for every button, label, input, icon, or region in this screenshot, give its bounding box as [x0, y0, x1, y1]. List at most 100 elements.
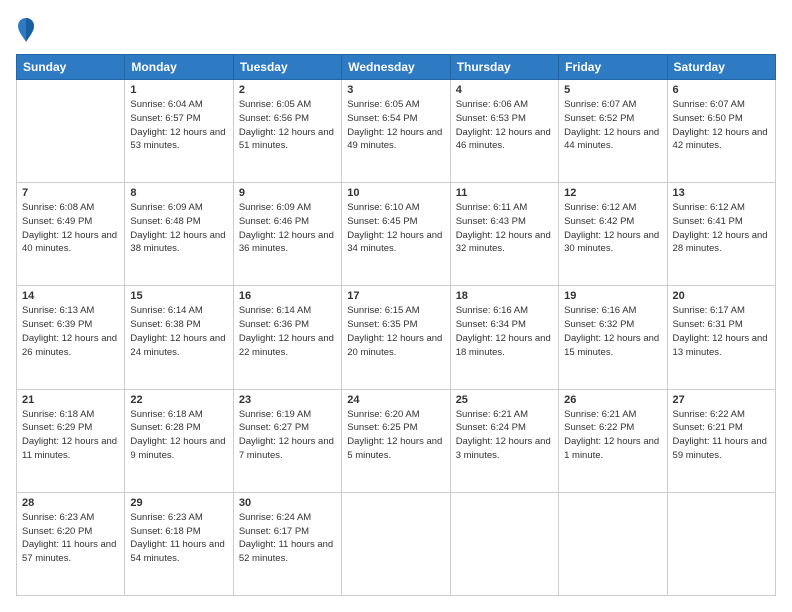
week-row-4: 21 Sunrise: 6:18 AMSunset: 6:29 PMDaylig…	[17, 389, 776, 492]
day-detail: Sunrise: 6:21 AMSunset: 6:24 PMDaylight:…	[456, 409, 551, 461]
day-number: 12	[564, 187, 661, 199]
day-cell: 28 Sunrise: 6:23 AMSunset: 6:20 PMDaylig…	[17, 492, 125, 595]
week-row-2: 7 Sunrise: 6:08 AMSunset: 6:49 PMDayligh…	[17, 183, 776, 286]
day-detail: Sunrise: 6:23 AMSunset: 6:20 PMDaylight:…	[22, 512, 116, 564]
day-number: 18	[456, 290, 553, 302]
day-detail: Sunrise: 6:17 AMSunset: 6:31 PMDaylight:…	[673, 305, 768, 357]
day-number: 25	[456, 394, 553, 406]
day-cell: 6 Sunrise: 6:07 AMSunset: 6:50 PMDayligh…	[667, 80, 775, 183]
day-detail: Sunrise: 6:09 AMSunset: 6:46 PMDaylight:…	[239, 202, 334, 254]
day-cell	[667, 492, 775, 595]
day-detail: Sunrise: 6:08 AMSunset: 6:49 PMDaylight:…	[22, 202, 117, 254]
day-detail: Sunrise: 6:21 AMSunset: 6:22 PMDaylight:…	[564, 409, 659, 461]
day-detail: Sunrise: 6:06 AMSunset: 6:53 PMDaylight:…	[456, 99, 551, 151]
day-cell: 9 Sunrise: 6:09 AMSunset: 6:46 PMDayligh…	[233, 183, 341, 286]
day-detail: Sunrise: 6:15 AMSunset: 6:35 PMDaylight:…	[347, 305, 442, 357]
logo-icon	[16, 16, 36, 44]
weekday-header-saturday: Saturday	[667, 55, 775, 80]
weekday-header-tuesday: Tuesday	[233, 55, 341, 80]
day-number: 10	[347, 187, 444, 199]
day-cell: 30 Sunrise: 6:24 AMSunset: 6:17 PMDaylig…	[233, 492, 341, 595]
day-number: 3	[347, 84, 444, 96]
day-number: 7	[22, 187, 119, 199]
week-row-3: 14 Sunrise: 6:13 AMSunset: 6:39 PMDaylig…	[17, 286, 776, 389]
header	[16, 16, 776, 44]
page: SundayMondayTuesdayWednesdayThursdayFrid…	[0, 0, 792, 612]
day-cell	[450, 492, 558, 595]
day-cell	[559, 492, 667, 595]
day-cell: 11 Sunrise: 6:11 AMSunset: 6:43 PMDaylig…	[450, 183, 558, 286]
day-number: 15	[130, 290, 227, 302]
day-cell: 15 Sunrise: 6:14 AMSunset: 6:38 PMDaylig…	[125, 286, 233, 389]
day-number: 16	[239, 290, 336, 302]
day-detail: Sunrise: 6:13 AMSunset: 6:39 PMDaylight:…	[22, 305, 117, 357]
day-cell: 19 Sunrise: 6:16 AMSunset: 6:32 PMDaylig…	[559, 286, 667, 389]
day-detail: Sunrise: 6:07 AMSunset: 6:50 PMDaylight:…	[673, 99, 768, 151]
day-number: 21	[22, 394, 119, 406]
day-detail: Sunrise: 6:05 AMSunset: 6:54 PMDaylight:…	[347, 99, 442, 151]
day-cell	[342, 492, 450, 595]
day-detail: Sunrise: 6:16 AMSunset: 6:32 PMDaylight:…	[564, 305, 659, 357]
weekday-header-sunday: Sunday	[17, 55, 125, 80]
day-detail: Sunrise: 6:12 AMSunset: 6:42 PMDaylight:…	[564, 202, 659, 254]
day-cell: 14 Sunrise: 6:13 AMSunset: 6:39 PMDaylig…	[17, 286, 125, 389]
day-number: 17	[347, 290, 444, 302]
week-row-1: 1 Sunrise: 6:04 AMSunset: 6:57 PMDayligh…	[17, 80, 776, 183]
day-detail: Sunrise: 6:22 AMSunset: 6:21 PMDaylight:…	[673, 409, 767, 461]
day-number: 22	[130, 394, 227, 406]
day-detail: Sunrise: 6:16 AMSunset: 6:34 PMDaylight:…	[456, 305, 551, 357]
day-cell: 18 Sunrise: 6:16 AMSunset: 6:34 PMDaylig…	[450, 286, 558, 389]
day-cell: 5 Sunrise: 6:07 AMSunset: 6:52 PMDayligh…	[559, 80, 667, 183]
day-detail: Sunrise: 6:04 AMSunset: 6:57 PMDaylight:…	[130, 99, 225, 151]
day-number: 2	[239, 84, 336, 96]
day-cell: 4 Sunrise: 6:06 AMSunset: 6:53 PMDayligh…	[450, 80, 558, 183]
weekday-header-row: SundayMondayTuesdayWednesdayThursdayFrid…	[17, 55, 776, 80]
day-number: 27	[673, 394, 770, 406]
week-row-5: 28 Sunrise: 6:23 AMSunset: 6:20 PMDaylig…	[17, 492, 776, 595]
day-detail: Sunrise: 6:14 AMSunset: 6:38 PMDaylight:…	[130, 305, 225, 357]
weekday-header-thursday: Thursday	[450, 55, 558, 80]
day-cell: 17 Sunrise: 6:15 AMSunset: 6:35 PMDaylig…	[342, 286, 450, 389]
day-cell: 24 Sunrise: 6:20 AMSunset: 6:25 PMDaylig…	[342, 389, 450, 492]
day-detail: Sunrise: 6:24 AMSunset: 6:17 PMDaylight:…	[239, 512, 333, 564]
day-cell: 20 Sunrise: 6:17 AMSunset: 6:31 PMDaylig…	[667, 286, 775, 389]
calendar-table: SundayMondayTuesdayWednesdayThursdayFrid…	[16, 54, 776, 596]
day-cell: 25 Sunrise: 6:21 AMSunset: 6:24 PMDaylig…	[450, 389, 558, 492]
day-cell: 13 Sunrise: 6:12 AMSunset: 6:41 PMDaylig…	[667, 183, 775, 286]
day-cell: 22 Sunrise: 6:18 AMSunset: 6:28 PMDaylig…	[125, 389, 233, 492]
day-cell: 2 Sunrise: 6:05 AMSunset: 6:56 PMDayligh…	[233, 80, 341, 183]
day-cell: 21 Sunrise: 6:18 AMSunset: 6:29 PMDaylig…	[17, 389, 125, 492]
day-cell: 3 Sunrise: 6:05 AMSunset: 6:54 PMDayligh…	[342, 80, 450, 183]
day-detail: Sunrise: 6:14 AMSunset: 6:36 PMDaylight:…	[239, 305, 334, 357]
day-detail: Sunrise: 6:23 AMSunset: 6:18 PMDaylight:…	[130, 512, 224, 564]
logo	[16, 16, 40, 44]
day-detail: Sunrise: 6:05 AMSunset: 6:56 PMDaylight:…	[239, 99, 334, 151]
day-detail: Sunrise: 6:19 AMSunset: 6:27 PMDaylight:…	[239, 409, 334, 461]
day-number: 1	[130, 84, 227, 96]
day-detail: Sunrise: 6:18 AMSunset: 6:28 PMDaylight:…	[130, 409, 225, 461]
day-detail: Sunrise: 6:11 AMSunset: 6:43 PMDaylight:…	[456, 202, 551, 254]
day-detail: Sunrise: 6:09 AMSunset: 6:48 PMDaylight:…	[130, 202, 225, 254]
day-detail: Sunrise: 6:10 AMSunset: 6:45 PMDaylight:…	[347, 202, 442, 254]
day-number: 5	[564, 84, 661, 96]
day-cell: 26 Sunrise: 6:21 AMSunset: 6:22 PMDaylig…	[559, 389, 667, 492]
day-cell: 8 Sunrise: 6:09 AMSunset: 6:48 PMDayligh…	[125, 183, 233, 286]
weekday-header-monday: Monday	[125, 55, 233, 80]
day-detail: Sunrise: 6:18 AMSunset: 6:29 PMDaylight:…	[22, 409, 117, 461]
day-number: 14	[22, 290, 119, 302]
day-cell: 27 Sunrise: 6:22 AMSunset: 6:21 PMDaylig…	[667, 389, 775, 492]
day-number: 24	[347, 394, 444, 406]
weekday-header-friday: Friday	[559, 55, 667, 80]
day-number: 6	[673, 84, 770, 96]
day-number: 8	[130, 187, 227, 199]
day-cell: 29 Sunrise: 6:23 AMSunset: 6:18 PMDaylig…	[125, 492, 233, 595]
day-cell: 23 Sunrise: 6:19 AMSunset: 6:27 PMDaylig…	[233, 389, 341, 492]
day-cell: 7 Sunrise: 6:08 AMSunset: 6:49 PMDayligh…	[17, 183, 125, 286]
day-number: 19	[564, 290, 661, 302]
day-number: 23	[239, 394, 336, 406]
day-detail: Sunrise: 6:07 AMSunset: 6:52 PMDaylight:…	[564, 99, 659, 151]
day-number: 29	[130, 497, 227, 509]
day-cell: 1 Sunrise: 6:04 AMSunset: 6:57 PMDayligh…	[125, 80, 233, 183]
day-number: 13	[673, 187, 770, 199]
day-cell	[17, 80, 125, 183]
